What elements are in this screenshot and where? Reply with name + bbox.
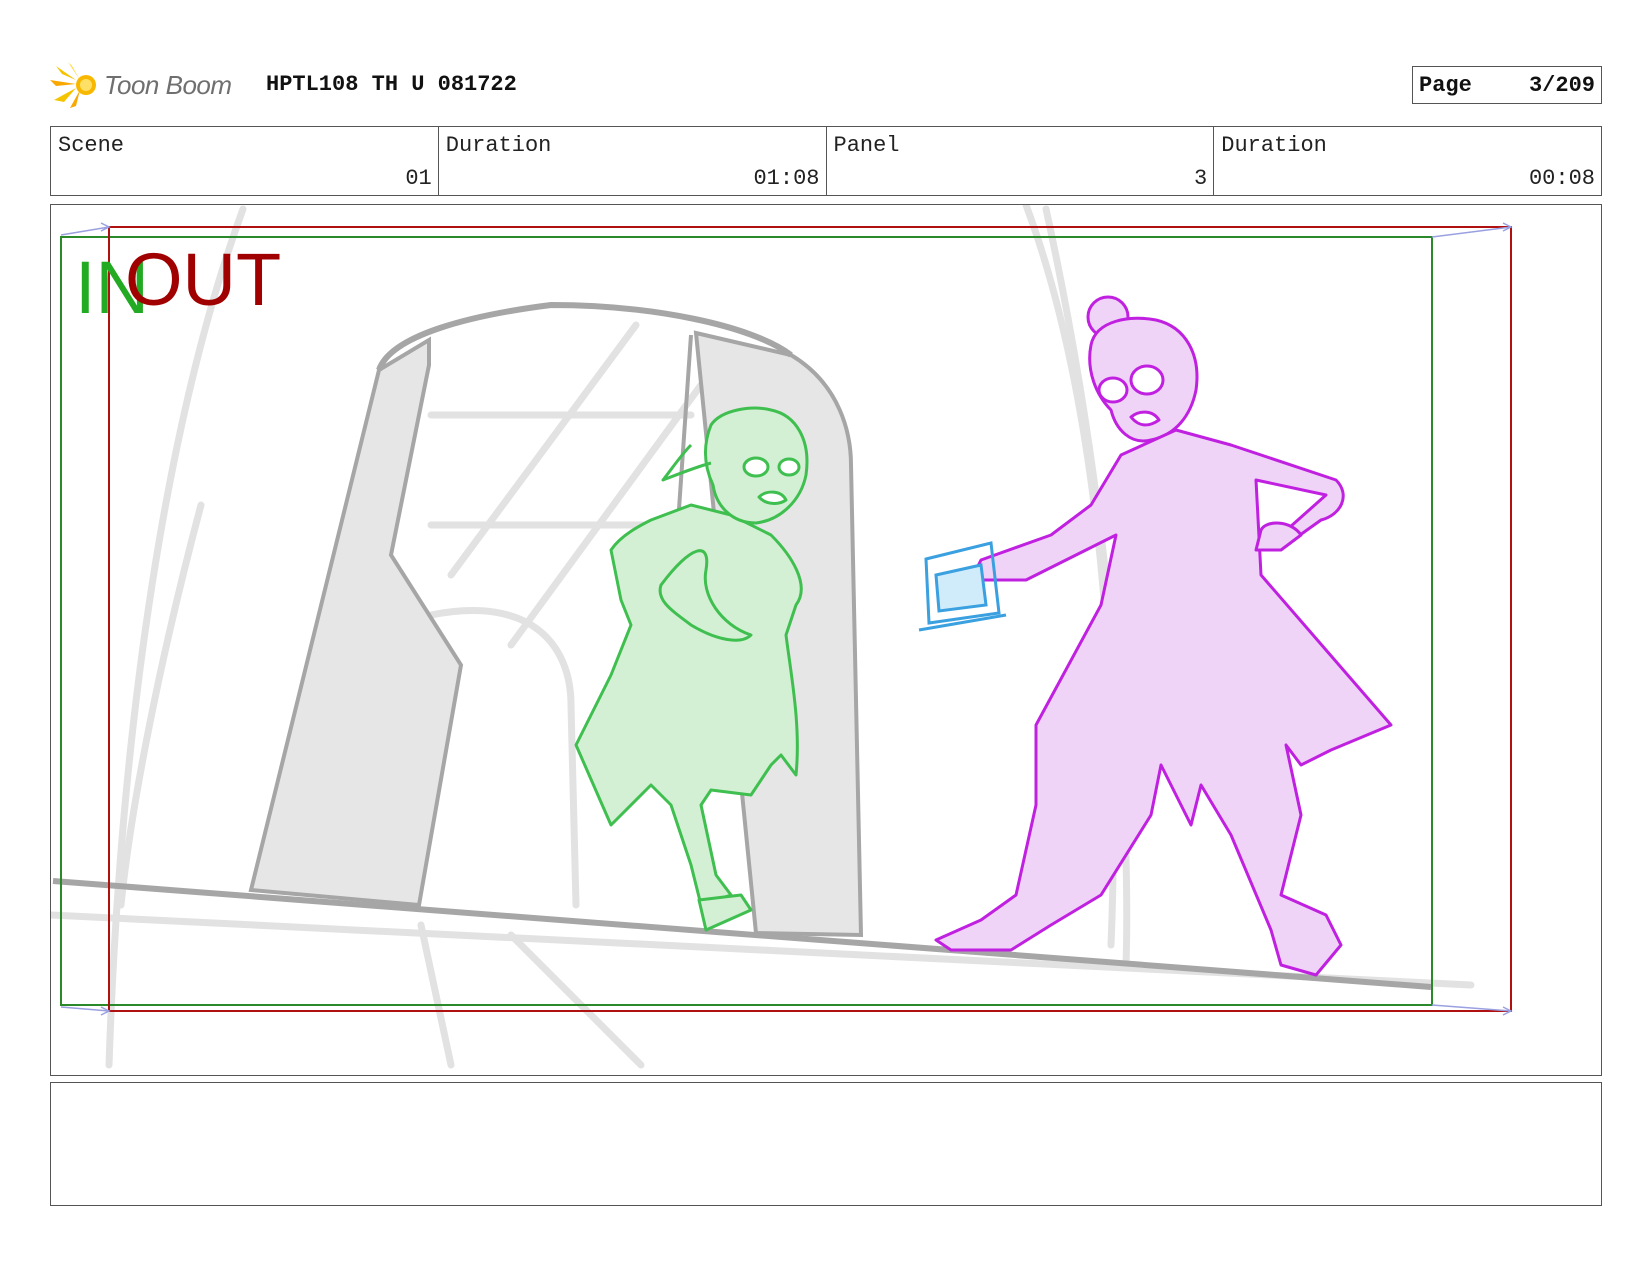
purple-character-sketch [934, 295, 1393, 977]
scene-value: 01 [405, 166, 432, 191]
out-frame-label: OUT [125, 238, 282, 321]
blue-card-prop [918, 541, 1007, 632]
document-title: HPTL108 TH U 081722 [266, 72, 517, 97]
scene-duration-label: Duration [445, 133, 552, 158]
storyboard-panel-image: IN OUT [50, 204, 1602, 1076]
page-header: Toon Boom HPTL108 TH U 081722 Page 3/209 [50, 58, 1602, 110]
scene-cell: Scene 01 [51, 127, 439, 195]
panel-label: Panel [833, 133, 900, 158]
scene-duration-value: 01:08 [753, 166, 820, 191]
panel-info-row: Scene 01 Duration 01:08 Panel 3 Duration… [50, 126, 1602, 196]
panel-notes-box[interactable] [50, 1082, 1602, 1206]
toon-boom-logo: Toon Boom [50, 60, 232, 110]
page-indicator: Page 3/209 [1412, 66, 1602, 104]
panel-duration-label: Duration [1221, 133, 1327, 158]
burst-icon [50, 62, 96, 108]
panel-duration-value: 00:08 [1528, 166, 1595, 191]
logo-text: Toon Boom [104, 69, 232, 100]
panel-value: 3 [1194, 166, 1208, 191]
page-label: Page [1419, 72, 1472, 98]
sketch-drawing [51, 205, 1513, 1069]
panel-cell: Panel 3 [827, 127, 1215, 195]
page-number: 3/209 [1528, 72, 1595, 98]
scene-label: Scene [58, 133, 125, 158]
panel-duration-cell: Duration 00:08 [1214, 127, 1601, 195]
scene-duration-cell: Duration 01:08 [439, 127, 827, 195]
